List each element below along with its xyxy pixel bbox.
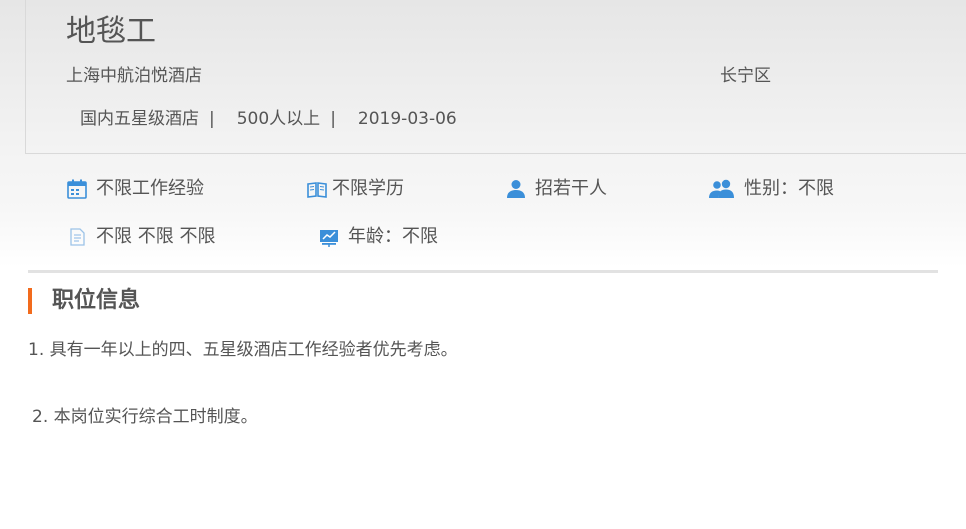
job-district: 长宁区: [720, 66, 771, 86]
company-type: 国内五星级酒店: [80, 109, 199, 129]
requirement-label: 性别：不限: [744, 178, 834, 199]
company-name[interactable]: 上海中航泊悦酒店: [66, 65, 202, 87]
requirement-gender: 性别：不限: [708, 177, 834, 201]
requirement-headcount: 招若干人: [505, 177, 607, 201]
company-size: 500人以上: [236, 109, 321, 129]
section-title: 职位信息: [52, 288, 141, 313]
calendar-icon: [66, 178, 88, 200]
job-detail-page: 地毯工 上海中航泊悦酒店 长宁区 国内五星级酒店 | 500人以上 | 2019-03-…: [0, 0, 966, 529]
requirement-education: 不限学历: [306, 177, 404, 201]
description-line: 2. 本岗位实行综合工时制度。: [32, 407, 258, 427]
requirement-label: 招若干人: [535, 178, 607, 199]
meta-separator: |: [330, 109, 336, 129]
requirement-label: 年龄：不限: [348, 226, 438, 247]
requirement-other: 不限 不限 不限: [66, 225, 215, 249]
people-icon: [708, 178, 736, 200]
requirement-age: 年龄：不限: [318, 225, 438, 249]
requirement-label: 不限 不限 不限: [96, 226, 216, 247]
meta-separator: |: [209, 109, 215, 129]
requirement-label: 不限工作经验: [96, 178, 204, 199]
requirement-experience: 不限工作经验: [66, 177, 204, 201]
book-icon: [306, 178, 328, 200]
company-meta-row: 国内五星级酒店 | 500人以上 | 2019-03-06: [80, 108, 457, 130]
person-icon: [505, 178, 527, 200]
section-accent-bar: [28, 288, 32, 314]
requirement-label: 不限学历: [332, 178, 404, 199]
description-line: 1. 具有一年以上的四、五星级酒店工作经验者优先考虑。: [28, 340, 458, 360]
post-date: 2019-03-06: [357, 109, 457, 129]
presentation-icon: [318, 226, 340, 248]
document-icon: [66, 226, 88, 248]
job-title: 地毯工: [66, 14, 156, 49]
section-divider: [28, 270, 938, 273]
